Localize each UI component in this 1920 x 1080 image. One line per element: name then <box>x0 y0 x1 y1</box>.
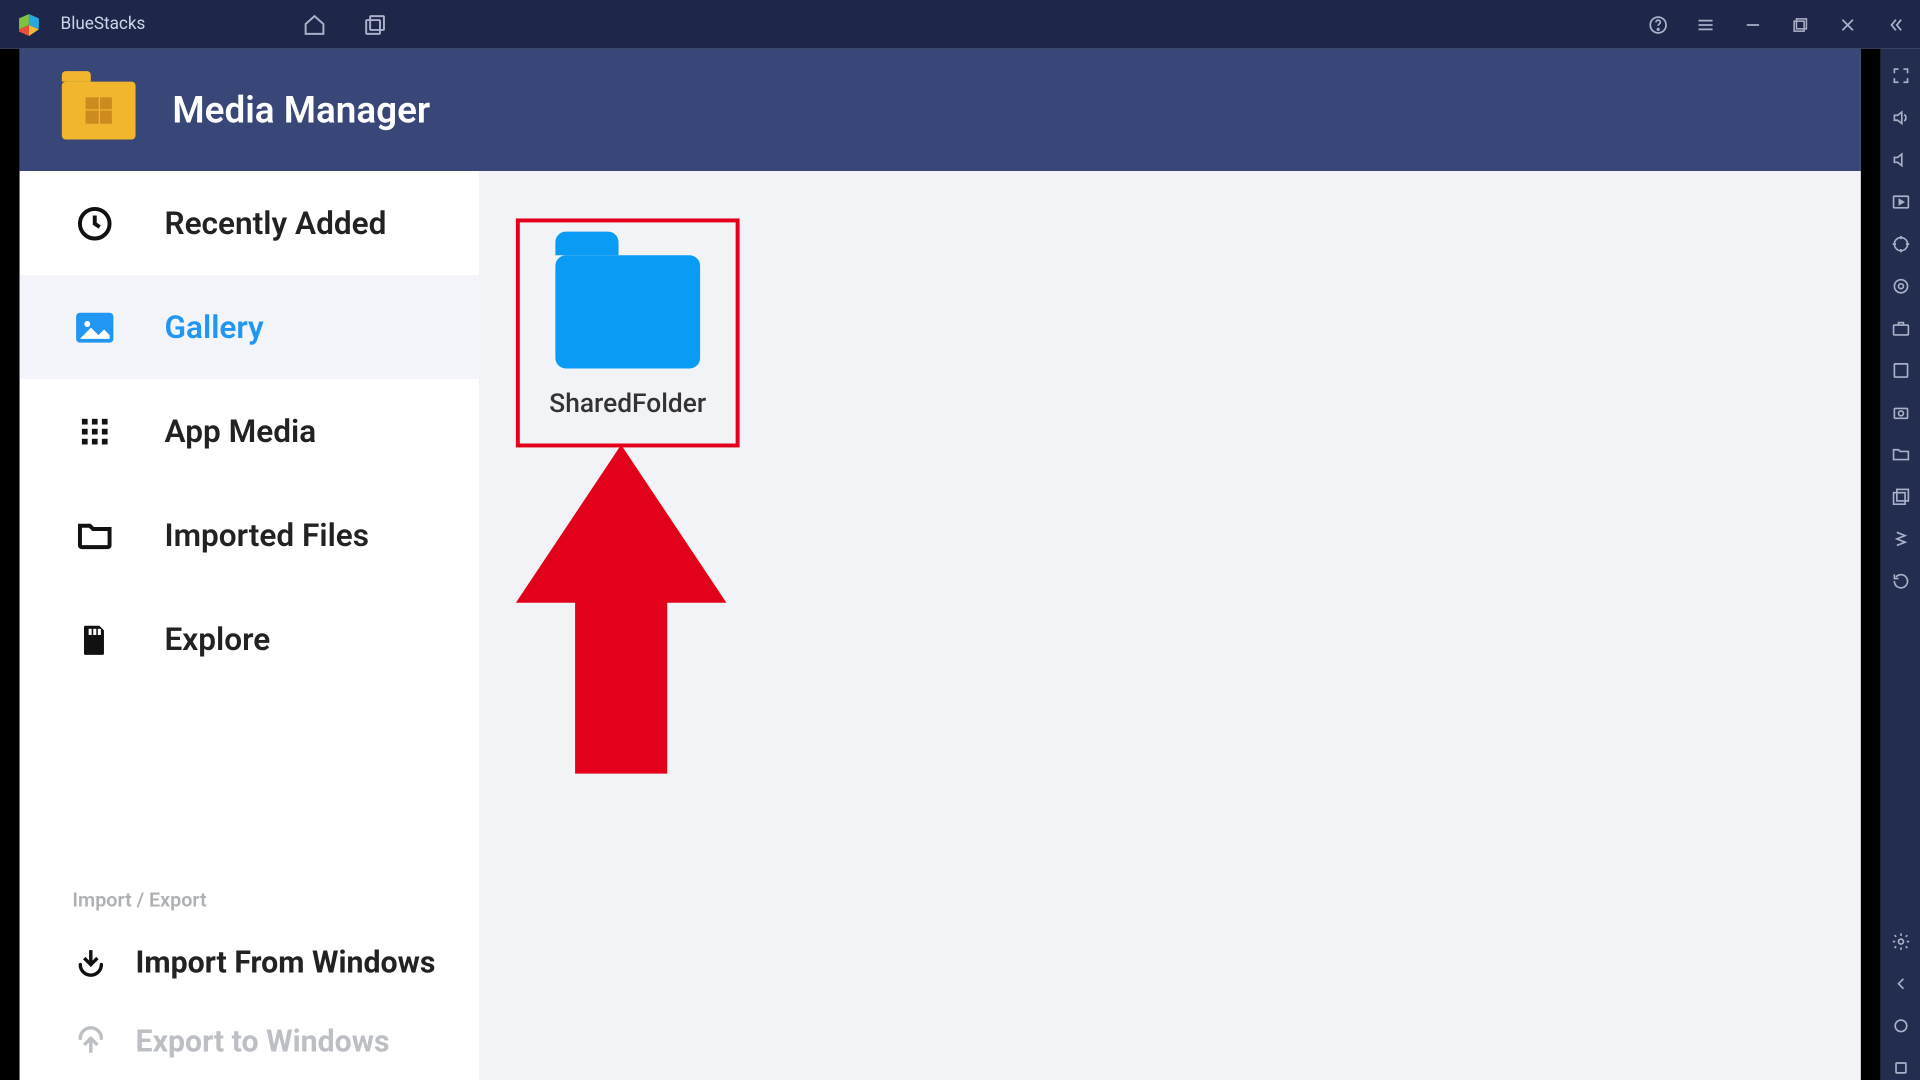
folder-outline-icon <box>72 515 117 554</box>
export-to-windows-button[interactable]: Export to Windows <box>20 1001 479 1080</box>
home-small-icon[interactable] <box>1887 1012 1913 1038</box>
clock-icon <box>72 203 117 242</box>
folder-open-icon[interactable] <box>1887 441 1913 467</box>
volume-down-icon[interactable] <box>1887 146 1913 172</box>
sidebar-item-label: Gallery <box>165 309 264 346</box>
sidebar-item-label: App Media <box>165 413 317 450</box>
help-button[interactable] <box>1646 13 1670 37</box>
volume-up-icon[interactable] <box>1887 104 1913 130</box>
image-icon <box>72 305 117 350</box>
black-border-left <box>0 49 20 1080</box>
titlebar-app-name: BlueStacks <box>61 14 146 34</box>
sidebar-item-label: Explore <box>165 620 271 657</box>
screenshot-icon[interactable] <box>1887 399 1913 425</box>
sidebar-item-gallery[interactable]: Gallery <box>20 275 479 379</box>
bluestacks-logo-icon <box>16 11 42 37</box>
back-icon[interactable] <box>1887 970 1913 996</box>
home-button[interactable] <box>303 13 327 37</box>
sidebar-item-imported[interactable]: Imported Files <box>20 483 479 587</box>
sidebar-item-label: Recently Added <box>165 205 387 242</box>
red-arrow-annotation <box>516 445 727 774</box>
sidebar-item-label: Imported Files <box>165 517 370 554</box>
locate-icon[interactable] <box>1887 272 1913 298</box>
sidebar-item-appmedia[interactable]: App Media <box>20 379 479 483</box>
grid-icon <box>72 414 117 448</box>
collapse-rail-button[interactable] <box>1883 13 1907 37</box>
app-header: Media Manager <box>20 49 1861 171</box>
import-icon <box>72 946 109 978</box>
maximize-button[interactable] <box>1788 13 1812 37</box>
gear-icon[interactable] <box>1887 928 1913 954</box>
sidebar: Recently Added Gallery App Media <box>20 171 479 1080</box>
media-manager-icon <box>62 81 136 139</box>
folder-sharedfolder[interactable]: SharedFolder <box>516 218 740 447</box>
folder-icon <box>555 255 700 368</box>
import-item-label: Export to Windows <box>136 1023 390 1059</box>
apk-icon[interactable] <box>1887 357 1913 383</box>
sidebar-item-explore[interactable]: Explore <box>20 587 479 691</box>
minimize-button[interactable] <box>1741 13 1765 37</box>
hamburger-menu-button[interactable] <box>1694 13 1718 37</box>
import-item-label: Import From Windows <box>136 944 436 980</box>
black-border-right <box>1861 49 1881 1080</box>
import-export-header: Import / Export <box>20 870 479 923</box>
target-icon[interactable] <box>1887 230 1913 256</box>
multi-window-icon[interactable] <box>1887 483 1913 509</box>
content-area: SharedFolder <box>479 171 1861 1080</box>
fullscreen-icon[interactable] <box>1887 62 1913 88</box>
close-button[interactable] <box>1836 13 1860 37</box>
titlebar: BlueStacks <box>0 0 1920 49</box>
recents-icon[interactable] <box>1887 1054 1913 1080</box>
folder-label: SharedFolder <box>549 387 706 419</box>
briefcase-icon[interactable] <box>1887 315 1913 341</box>
multi-tab-button[interactable] <box>364 13 388 37</box>
app-title: Media Manager <box>172 88 430 131</box>
export-icon <box>72 1025 109 1057</box>
right-rail <box>1881 49 1920 1080</box>
sdcard-icon <box>72 620 117 657</box>
sidebar-item-recent[interactable]: Recently Added <box>20 171 479 275</box>
play-rect-icon[interactable] <box>1887 188 1913 214</box>
rotate-icon[interactable] <box>1887 567 1913 593</box>
import-from-windows-button[interactable]: Import From Windows <box>20 923 479 1002</box>
shake-icon[interactable] <box>1887 525 1913 551</box>
